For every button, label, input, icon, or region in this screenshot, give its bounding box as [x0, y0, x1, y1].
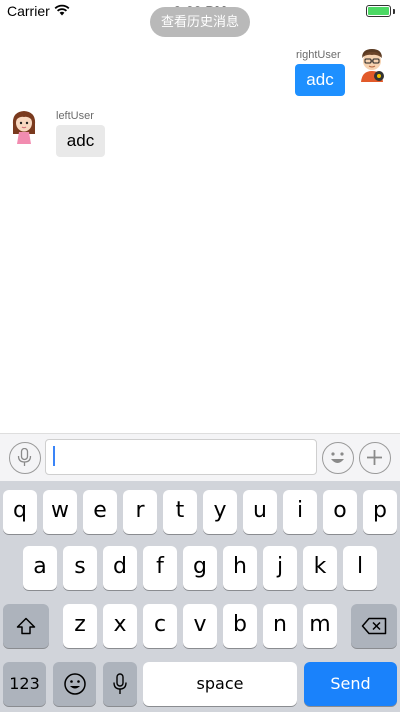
left-message-bubble[interactable]: adc: [56, 125, 105, 157]
backspace-key[interactable]: [351, 604, 397, 648]
emoji-icon: [331, 452, 344, 463]
chat-input-bar: [0, 433, 400, 481]
voice-button[interactable]: [9, 442, 41, 474]
keyboard: q w e r t y u i o p a s d f g h j k l z …: [0, 481, 400, 712]
key-a[interactable]: a: [23, 546, 57, 590]
plus-icon: [367, 450, 382, 465]
key-q[interactable]: q: [3, 490, 37, 534]
numbers-key[interactable]: 123: [3, 662, 46, 706]
send-key[interactable]: Send: [304, 662, 397, 706]
key-z[interactable]: z: [63, 604, 97, 648]
view-history-button[interactable]: 查看历史消息: [150, 7, 250, 37]
key-o[interactable]: o: [323, 490, 357, 534]
boy-avatar-icon[interactable]: [356, 46, 388, 82]
right-message-bubble[interactable]: adc: [295, 64, 345, 96]
key-h[interactable]: h: [223, 546, 257, 590]
key-n[interactable]: n: [263, 604, 297, 648]
right-username: rightUser: [296, 49, 341, 61]
key-r[interactable]: r: [123, 490, 157, 534]
text-caret: [53, 446, 55, 466]
key-l[interactable]: l: [343, 546, 377, 590]
more-button[interactable]: [359, 442, 391, 474]
key-u[interactable]: u: [243, 490, 277, 534]
key-d[interactable]: d: [103, 546, 137, 590]
dictation-key[interactable]: [103, 662, 137, 706]
key-i[interactable]: i: [283, 490, 317, 534]
key-g[interactable]: g: [183, 546, 217, 590]
space-key[interactable]: space: [143, 662, 297, 706]
key-y[interactable]: y: [203, 490, 237, 534]
key-v[interactable]: v: [183, 604, 217, 648]
voice-icon: [17, 448, 32, 466]
emoji-key[interactable]: [53, 662, 96, 706]
key-c[interactable]: c: [143, 604, 177, 648]
key-m[interactable]: m: [303, 604, 337, 648]
key-e[interactable]: e: [83, 490, 117, 534]
mic-key-icon: [113, 673, 127, 694]
key-t[interactable]: t: [163, 490, 197, 534]
key-s[interactable]: s: [63, 546, 97, 590]
key-j[interactable]: j: [263, 546, 297, 590]
key-b[interactable]: b: [223, 604, 257, 648]
shift-icon: [16, 617, 36, 635]
key-w[interactable]: w: [43, 490, 77, 534]
emoji-button[interactable]: [322, 442, 354, 474]
left-username: leftUser: [56, 110, 94, 122]
shift-key[interactable]: [3, 604, 49, 648]
key-p[interactable]: p: [363, 490, 397, 534]
battery-cap: [393, 9, 395, 14]
key-x[interactable]: x: [103, 604, 137, 648]
key-f[interactable]: f: [143, 546, 177, 590]
key-k[interactable]: k: [303, 546, 337, 590]
battery-icon: [366, 5, 391, 17]
backspace-icon: [361, 617, 387, 635]
message-input[interactable]: [45, 439, 317, 475]
emoji-key-icon: [63, 673, 86, 695]
girl-avatar-icon[interactable]: [8, 108, 40, 144]
